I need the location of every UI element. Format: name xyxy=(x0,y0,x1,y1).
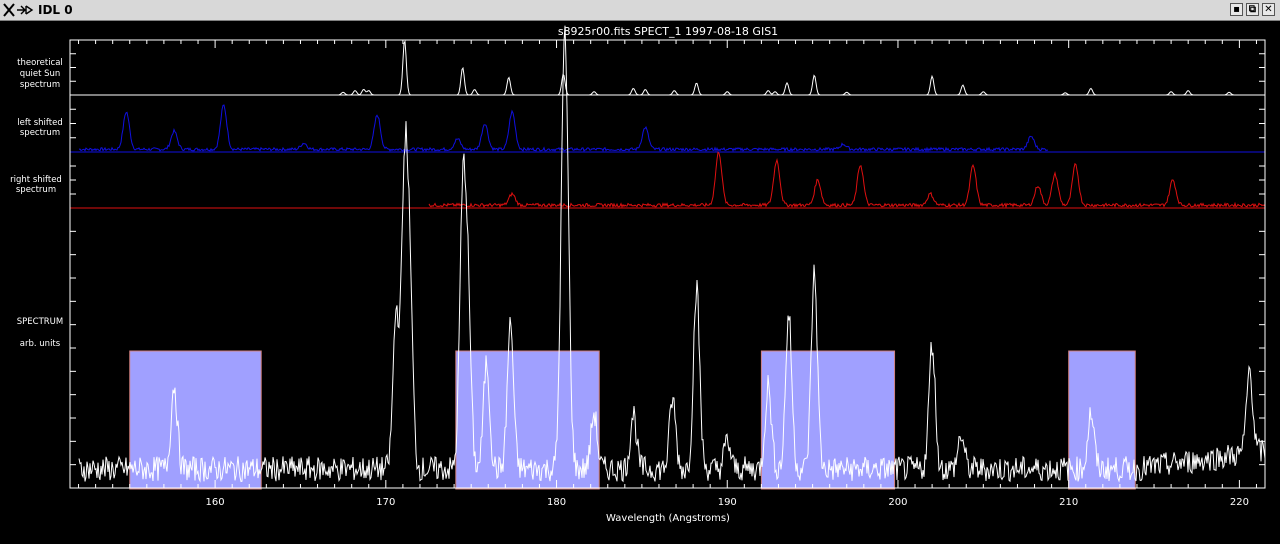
panel-label-theoretical: theoretical xyxy=(17,58,63,68)
series-line-theoretical xyxy=(70,39,1265,96)
x-tick-label: 160 xyxy=(206,497,225,508)
panel-label-left-shifted: spectrum xyxy=(20,128,60,138)
restore-button[interactable]: ⧉ xyxy=(1246,3,1259,16)
spectrum-chart: s8925r00.fits SPECT_1 1997-08-18 GIS1 Wa… xyxy=(10,25,1266,524)
x-tick-label: 190 xyxy=(718,497,737,508)
plot-area: s8925r00.fits SPECT_1 1997-08-18 GIS1 Wa… xyxy=(0,21,1280,540)
x-tick-label: 170 xyxy=(376,497,395,508)
close-icon: ✕ xyxy=(1264,4,1273,15)
panel-label-theoretical: spectrum xyxy=(20,80,60,90)
chart-title: s8925r00.fits SPECT_1 1997-08-18 GIS1 xyxy=(558,25,778,38)
x-axis-label: Wavelength (Angstroms) xyxy=(606,513,730,524)
x-cross-icon xyxy=(3,3,34,17)
panel-label-theoretical: quiet Sun xyxy=(20,69,61,79)
window-titlebar[interactable]: IDL 0 ▪ ⧉ ✕ xyxy=(0,0,1280,21)
panel-label-left-shifted: left shifted xyxy=(17,118,62,128)
series-line-left-shifted xyxy=(78,104,1049,153)
x-tick-label: 210 xyxy=(1059,497,1078,508)
series-line-right-shifted xyxy=(428,151,1266,209)
minimize-icon: ▪ xyxy=(1233,4,1240,15)
panel-label-right-shifted: right shifted xyxy=(10,175,62,185)
restore-icon: ⧉ xyxy=(1248,4,1257,15)
minimize-button[interactable]: ▪ xyxy=(1230,3,1243,16)
x-tick-label: 200 xyxy=(888,497,907,508)
panel-label-right-shifted: spectrum xyxy=(16,185,56,195)
close-button[interactable]: ✕ xyxy=(1262,3,1275,16)
panel-theoretical xyxy=(70,39,1265,96)
panel-labels: theoreticalquiet Sunspectrumleft shifted… xyxy=(10,58,63,349)
highlight-band-4 xyxy=(1068,350,1136,490)
window-title: IDL 0 xyxy=(38,3,73,17)
x-tick-label: 180 xyxy=(547,497,566,508)
panel-right-shifted xyxy=(70,151,1266,209)
panel-left-shifted xyxy=(70,104,1265,153)
x-window-icon[interactable] xyxy=(2,1,34,19)
panel-label-observed: SPECTRUM xyxy=(17,317,63,327)
x-tick-label: 220 xyxy=(1230,497,1249,508)
panel-label-observed: arb. units xyxy=(20,339,61,349)
